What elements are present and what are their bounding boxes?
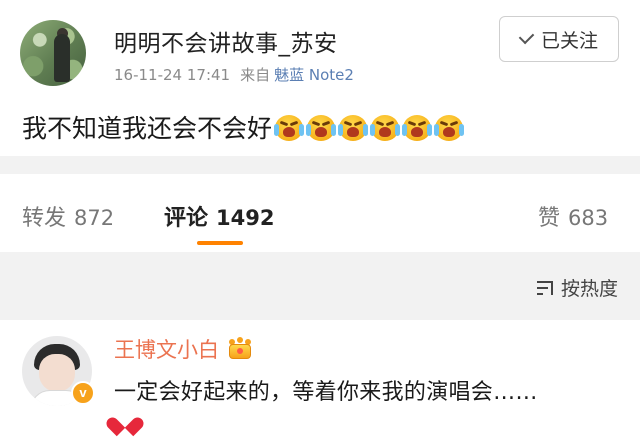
tab-comment[interactable]: 评论 1492 <box>164 200 274 232</box>
avatar-figure-body <box>54 34 70 82</box>
post-content: 我不知道我还会不会好 <box>22 109 466 145</box>
active-tab-indicator <box>197 241 243 245</box>
emoji-row <box>274 112 466 142</box>
engagement-tabs: 转发 872 评论 1492 赞 683 <box>0 174 640 252</box>
comment-item: v 王博文小白 一定会好起来的，等着你来我的演唱会…… <box>0 320 640 443</box>
following-button[interactable]: 已关注 <box>499 16 619 62</box>
post-text: 我不知道我还会不会好 <box>22 114 273 143</box>
tab-like-label: 赞 <box>538 206 561 231</box>
commenter-name-row: 王博文小白 <box>114 334 253 364</box>
verified-badge-icon: v <box>71 381 95 405</box>
sort-bar: 按热度 <box>0 252 640 320</box>
cry-emoji <box>306 112 337 142</box>
crown-icon <box>227 337 253 360</box>
red-heart-icon <box>104 412 146 437</box>
cry-emoji <box>370 112 401 142</box>
weibo-post-detail: 明明不会讲故事_苏安 16-11-24 17:41 来自 魅蓝 Note2 已关注 … <box>0 0 640 443</box>
sort-by-hot-button[interactable]: 按热度 <box>536 274 618 301</box>
author-name[interactable]: 明明不会讲故事_苏安 <box>114 24 338 58</box>
tab-comment-count: 1492 <box>216 206 275 230</box>
cry-emoji <box>434 112 465 142</box>
sort-icon <box>536 279 557 297</box>
tab-like[interactable]: 赞 683 <box>538 200 608 232</box>
source-label: 来自 <box>240 66 271 84</box>
tab-comment-label: 评论 <box>164 206 209 231</box>
commenter-name[interactable]: 王博文小白 <box>114 334 219 364</box>
sort-label: 按热度 <box>560 278 618 300</box>
cry-emoji <box>402 112 433 142</box>
following-button-label: 已关注 <box>540 29 598 52</box>
comment-text: 一定会好起来的，等着你来我的演唱会…… <box>114 380 538 405</box>
section-divider <box>0 156 640 174</box>
source-device-link[interactable]: 魅蓝 Note2 <box>274 66 354 84</box>
tab-repost-count: 872 <box>74 206 115 230</box>
author-avatar[interactable] <box>20 20 86 86</box>
post-timestamp: 16-11-24 17:41 <box>114 66 231 84</box>
tab-repost[interactable]: 转发 872 <box>22 200 114 232</box>
post-card: 明明不会讲故事_苏安 16-11-24 17:41 来自 魅蓝 Note2 已关注 … <box>0 0 640 156</box>
avatar-face <box>39 354 75 392</box>
cry-emoji <box>338 112 369 142</box>
tab-repost-label: 转发 <box>22 206 67 231</box>
tab-like-count: 683 <box>568 206 609 230</box>
post-meta: 16-11-24 17:41 来自 魅蓝 Note2 <box>114 64 354 85</box>
cry-emoji <box>274 112 305 142</box>
checkmark-icon <box>518 28 535 45</box>
